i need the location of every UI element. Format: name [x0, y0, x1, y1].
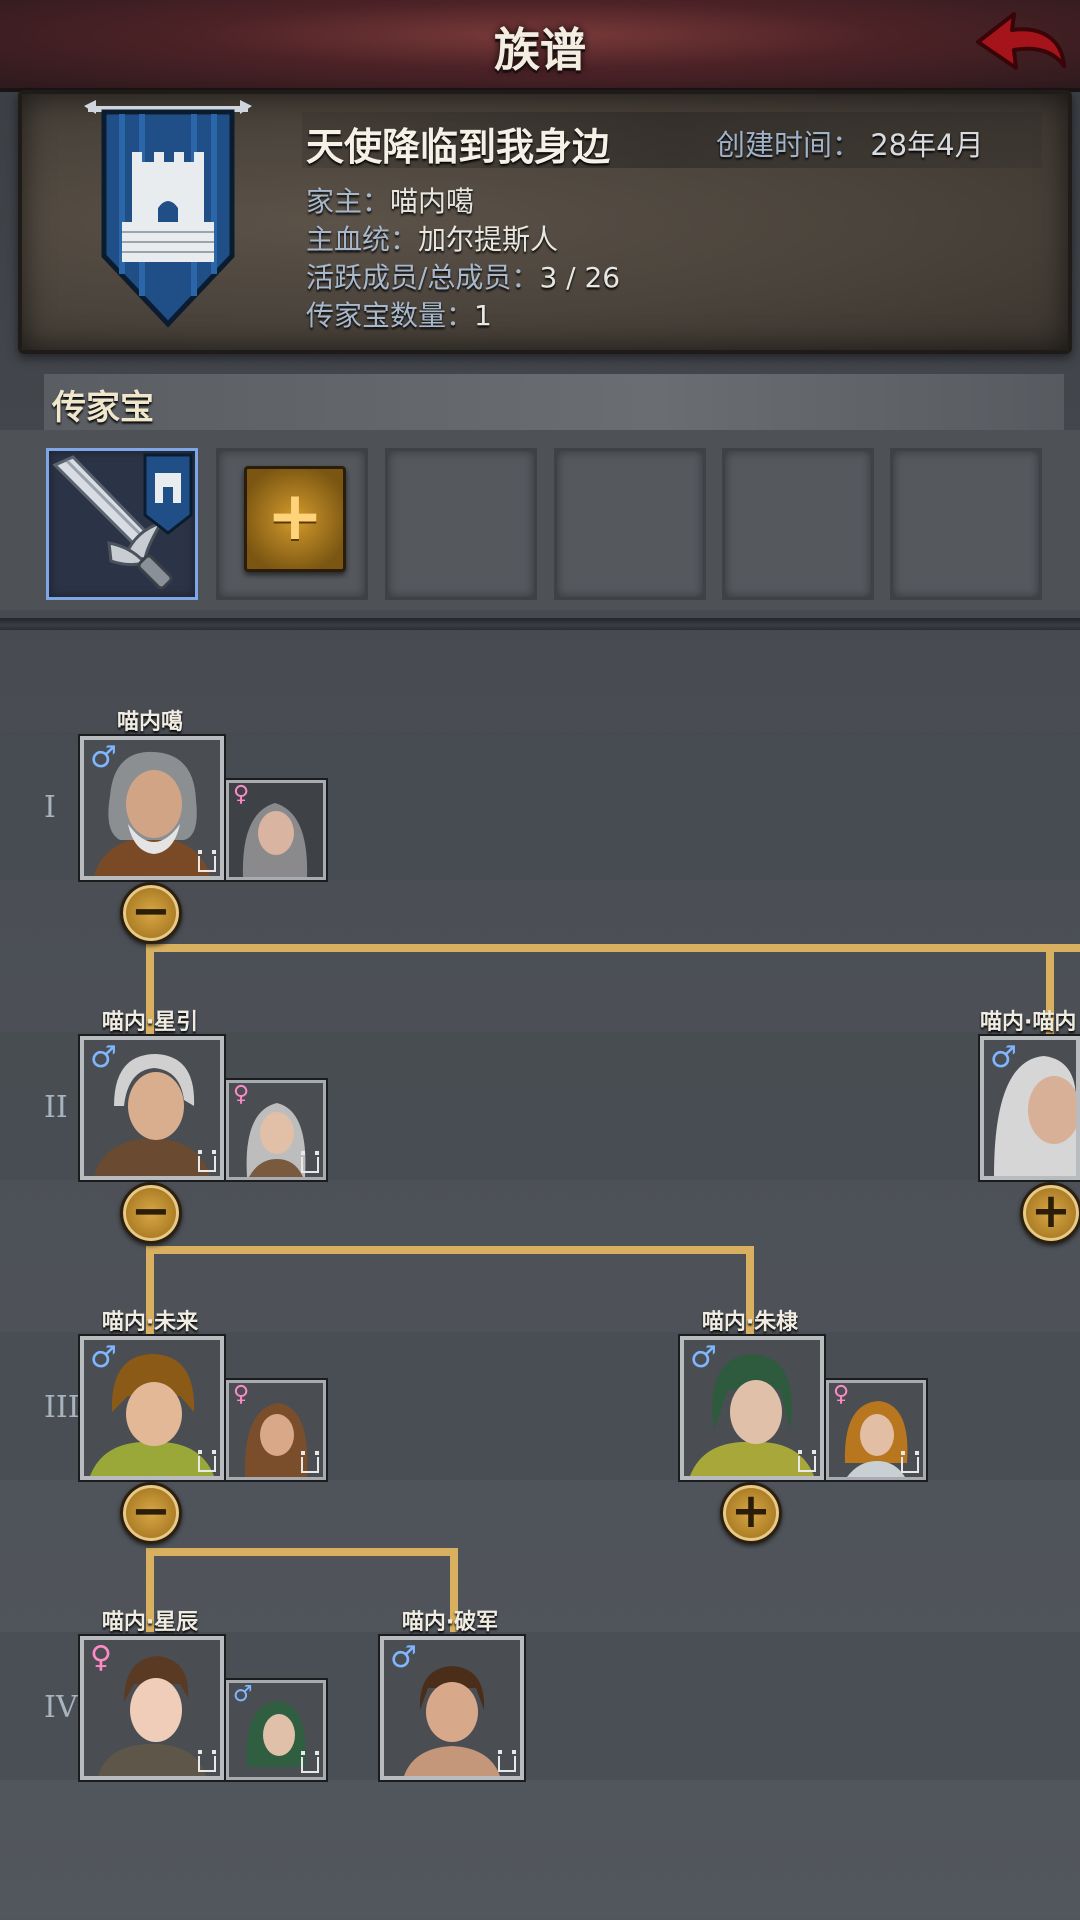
spouse-portrait[interactable]: ♂ [226, 1680, 326, 1780]
clan-head-label: 家主： [306, 185, 391, 218]
heirloom-count-line: 传家宝数量：1 [306, 294, 492, 334]
member-portrait[interactable]: ♂ [80, 736, 224, 880]
spouse-portrait[interactable]: ♀ [226, 1080, 326, 1180]
member-portrait[interactable]: ♂ [80, 1036, 224, 1180]
spouse-portrait[interactable]: ♀ [226, 1380, 326, 1480]
created-value: 28年4月 [870, 128, 984, 162]
member-portrait[interactable]: ♂ [680, 1336, 824, 1480]
member-name: 喵内·喵内 [980, 1010, 1077, 1035]
member-portrait[interactable]: ♀ [80, 1636, 224, 1780]
male-icon: ♂ [233, 1682, 253, 1707]
female-icon: ♀ [833, 1382, 850, 1407]
clan-head-value: 喵内噶 [390, 185, 475, 218]
male-icon: ♂ [90, 1040, 117, 1075]
member-name: 喵内·破军 [401, 1610, 499, 1635]
section-divider [0, 618, 1080, 630]
castle-icon [301, 1751, 319, 1773]
castle-icon [198, 1450, 216, 1472]
add-heirloom-button[interactable]: + [244, 466, 346, 572]
plus-icon: + [1030, 1183, 1072, 1239]
page-title: 族谱 [494, 23, 586, 77]
bloodline-label: 主血统： [306, 223, 419, 256]
tree-connector [146, 1246, 752, 1254]
female-icon: ♀ [233, 1082, 250, 1107]
collapse-button[interactable]: − [120, 1482, 182, 1544]
castle-icon [798, 1450, 816, 1472]
male-icon: ♂ [90, 1340, 117, 1375]
generation-label: I [44, 790, 56, 825]
collapse-button[interactable]: − [120, 882, 182, 944]
male-icon: ♂ [390, 1640, 417, 1675]
heirloom-slot-5[interactable] [722, 448, 874, 600]
castle-icon [198, 1150, 216, 1172]
members-value: 3 / 26 [539, 261, 621, 294]
castle-icon [198, 850, 216, 872]
castle-tower-banner-icon [78, 96, 258, 336]
heirloom-count-value: 1 [474, 299, 492, 332]
male-icon: ♂ [690, 1340, 717, 1375]
heirloom-slot-6[interactable] [890, 448, 1042, 600]
castle-icon [198, 1750, 216, 1772]
back-arrow-icon[interactable] [970, 4, 1070, 84]
member-name: 喵内·星辰 [101, 1610, 199, 1635]
spouse-portrait[interactable]: ♀ [226, 780, 326, 880]
expand-button[interactable]: + [1020, 1182, 1080, 1244]
title-bar: 族谱 [0, 0, 1080, 92]
clan-info-panel: 天使降临到我身边 创建时间： 28年4月 家主：喵内噶 主血统：加尔提斯人 活跃… [18, 90, 1072, 354]
member-name: 喵内噶 [116, 710, 183, 735]
tree-connector [146, 944, 1080, 952]
plus-icon: + [266, 477, 324, 556]
member-name: 喵内·星引 [101, 1010, 199, 1035]
created-time: 创建时间： 28年4月 [716, 122, 984, 164]
tree-connector [146, 1548, 458, 1556]
plus-icon: + [730, 1483, 772, 1539]
members-line: 活跃成员/总成员：3 / 26 [306, 256, 620, 296]
clan-name: 天使降临到我身边 [306, 125, 611, 169]
female-icon: ♀ [233, 782, 250, 807]
generation-label: II [44, 1090, 68, 1125]
castle-icon [301, 1151, 319, 1173]
bloodline-line: 主血统：加尔提斯人 [306, 218, 558, 258]
collapse-button[interactable]: − [120, 1182, 182, 1244]
member-portrait[interactable]: ♂ [380, 1636, 524, 1780]
castle-icon [901, 1451, 919, 1473]
minus-icon: − [130, 1483, 172, 1539]
generation-label: III [44, 1390, 80, 1425]
castle-icon [301, 1451, 319, 1473]
female-icon: ♀ [233, 1382, 250, 1407]
heirloom-slot-4[interactable] [554, 448, 706, 600]
minus-icon: − [130, 1183, 172, 1239]
member-portrait[interactable]: ♂ [80, 1336, 224, 1480]
heirloom-title: 传家宝 [52, 388, 154, 428]
castle-icon [498, 1750, 516, 1772]
sword-heirloom-icon [52, 453, 193, 590]
male-icon: ♂ [90, 740, 117, 775]
heirloom-slot-3[interactable] [385, 448, 537, 600]
member-portrait[interactable]: ♂ [980, 1036, 1080, 1180]
spouse-portrait[interactable]: ♀ [826, 1380, 926, 1480]
created-label: 创建时间： [716, 128, 862, 162]
female-icon: ♀ [90, 1640, 112, 1675]
generation-label: IV [44, 1690, 78, 1725]
heirloom-count-label: 传家宝数量： [306, 299, 475, 332]
minus-icon: − [130, 883, 172, 939]
member-name: 喵内·未来 [101, 1310, 199, 1335]
heirloom-slot-1[interactable] [46, 448, 198, 600]
clan-head-line: 家主：喵内噶 [306, 180, 474, 220]
member-name: 喵内·朱棣 [701, 1310, 799, 1335]
bloodline-value: 加尔提斯人 [418, 223, 559, 256]
members-label: 活跃成员/总成员： [306, 261, 540, 294]
male-icon: ♂ [990, 1040, 1017, 1075]
expand-button[interactable]: + [720, 1482, 782, 1544]
heirloom-header-band [44, 374, 1064, 430]
